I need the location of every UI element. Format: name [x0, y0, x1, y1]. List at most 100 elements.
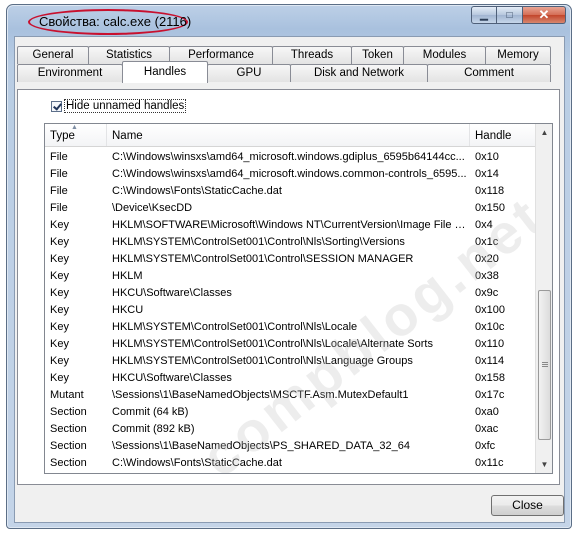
cell-handle: 0x4: [475, 219, 493, 231]
cell-type: Key: [50, 236, 69, 248]
tab-row-bottom: Environment Handles GPU Disk and Network Com…: [17, 61, 551, 83]
window-title: Свойства: calc.exe (2116): [39, 14, 192, 29]
cell-handle: 0x110: [475, 338, 505, 350]
cell-name: HKLM\SYSTEM\ControlSet001\Control\Nls\La…: [112, 355, 413, 367]
handles-rows: File C:\Windows\winsxs\amd64_microsoft.wi…: [45, 149, 536, 472]
cell-handle: 0x100: [475, 304, 505, 316]
cell-type: Section: [50, 440, 87, 452]
cell-handle: 0x158: [475, 372, 505, 384]
cell-handle: 0x1c: [475, 236, 499, 248]
cell-handle: 0x114: [475, 355, 505, 367]
cell-name: HKCU: [112, 304, 144, 316]
cell-type: Mutant: [50, 389, 84, 401]
cell-type: Section: [50, 406, 87, 418]
cell-type: File: [50, 151, 68, 163]
close-button[interactable]: Close: [491, 495, 564, 516]
table-row[interactable]: Key HKCU\Software\Classes 0x158: [45, 370, 536, 387]
cell-handle: 0x118: [475, 185, 505, 197]
close-window-button[interactable]: ✕: [523, 6, 566, 24]
cell-handle: 0x20: [475, 253, 499, 265]
scroll-up-icon[interactable]: ▲: [537, 124, 552, 141]
cell-name: HKLM\SYSTEM\ControlSet001\Control\Nls\Lo…: [112, 338, 433, 350]
table-row[interactable]: Key HKLM\SYSTEM\ControlSet001\Control\Nls…: [45, 353, 536, 370]
column-header-handle[interactable]: Handle: [470, 124, 536, 146]
tab-threads[interactable]: Threads: [272, 46, 352, 64]
table-row[interactable]: File C:\Windows\winsxs\amd64_microsoft.wi…: [45, 166, 536, 183]
table-row[interactable]: Key HKLM\SYSTEM\ControlSet001\Control\Nls…: [45, 319, 536, 336]
cell-name: C:\Windows\winsxs\amd64_microsoft.window…: [112, 168, 467, 180]
tab-handles[interactable]: Handles: [122, 61, 208, 83]
table-row[interactable]: Section Commit (892 kB) 0xac: [45, 421, 536, 438]
table-row[interactable]: File C:\Windows\winsxs\amd64_microsoft.wi…: [45, 149, 536, 166]
table-row[interactable]: Key HKLM\SYSTEM\ControlSet001\Control\Nls…: [45, 336, 536, 353]
cell-name: \Sessions\1\BaseNamedObjects\MSCTF.Asm.M…: [112, 389, 409, 401]
table-row[interactable]: Key HKLM\SYSTEM\ControlSet001\Control\Nls…: [45, 234, 536, 251]
cell-type: Key: [50, 270, 69, 282]
tab-modules[interactable]: Modules: [403, 46, 486, 64]
cell-type: Key: [50, 253, 69, 265]
table-row[interactable]: Section C:\Windows\Fonts\StaticCache.dat 0…: [45, 455, 536, 472]
handles-list[interactable]: ▲ Type Name Handle File C:\Windows\winsxs…: [44, 123, 553, 474]
cell-handle: 0x150: [475, 202, 505, 214]
tab-disk-and-network[interactable]: Disk and Network: [290, 64, 428, 82]
cell-type: Key: [50, 287, 69, 299]
table-row[interactable]: Mutant \Sessions\1\BaseNamedObjects\MSCTF…: [45, 387, 536, 404]
cell-type: Key: [50, 321, 69, 333]
cell-name: C:\Windows\Fonts\StaticCache.dat: [112, 185, 282, 197]
table-row[interactable]: Key HKCU 0x100: [45, 302, 536, 319]
hide-unnamed-label[interactable]: Hide unnamed handles: [64, 99, 187, 113]
thumb-grip: [542, 364, 548, 365]
vertical-scrollbar[interactable]: ▲ ▼: [535, 124, 552, 473]
tab-gpu[interactable]: GPU: [207, 64, 291, 82]
thumb-grip: [542, 366, 548, 367]
column-header-handle-label: Handle: [475, 130, 512, 142]
tab-environment[interactable]: Environment: [17, 64, 123, 82]
cell-handle: 0xfc: [475, 440, 496, 452]
table-row[interactable]: Key HKLM 0x38: [45, 268, 536, 285]
hide-unnamed-checkbox[interactable]: [51, 100, 62, 112]
cell-handle: 0x14: [475, 168, 499, 180]
cell-name: HKLM\SOFTWARE\Microsoft\Windows NT\Curre…: [112, 219, 470, 231]
table-row[interactable]: File \Device\KsecDD 0x150: [45, 200, 536, 217]
cell-handle: 0x9c: [475, 287, 499, 299]
cell-name: HKLM\SYSTEM\ControlSet001\Control\Nls\Lo…: [112, 321, 358, 333]
minimize-button[interactable]: ▁: [471, 6, 497, 24]
cell-name: HKCU\Software\Classes: [112, 287, 232, 299]
table-row[interactable]: Section Commit (64 kB) 0xa0: [45, 404, 536, 421]
tab-general[interactable]: General: [17, 46, 89, 64]
table-row[interactable]: Key HKLM\SOFTWARE\Microsoft\Windows NT\Cu…: [45, 217, 536, 234]
cell-name: C:\Windows\Fonts\StaticCache.dat: [112, 457, 282, 469]
cell-name: HKCU\Software\Classes: [112, 372, 232, 384]
cell-name: HKLM\SYSTEM\ControlSet001\Control\Nls\So…: [112, 236, 405, 248]
cell-handle: 0x10: [475, 151, 499, 163]
cell-handle: 0x17c: [475, 389, 505, 401]
title-bar[interactable]: Свойства: calc.exe (2116) ▁ □ ✕: [7, 5, 571, 35]
scroll-down-icon[interactable]: ▼: [537, 456, 552, 473]
scrollbar-thumb[interactable]: [538, 290, 551, 440]
cell-type: File: [50, 202, 68, 214]
cell-name: HKLM\SYSTEM\ControlSet001\Control\SESSIO…: [112, 253, 414, 265]
cell-type: Key: [50, 304, 69, 316]
thumb-grip: [542, 362, 548, 363]
cell-type: Key: [50, 355, 69, 367]
table-row[interactable]: Key HKCU\Software\Classes 0x9c: [45, 285, 536, 302]
tab-token[interactable]: Token: [351, 46, 404, 64]
column-header-name[interactable]: Name: [107, 124, 470, 146]
column-header-name-label: Name: [112, 130, 143, 142]
tab-memory[interactable]: Memory: [485, 46, 551, 64]
cell-type: File: [50, 185, 68, 197]
maximize-button[interactable]: □: [497, 6, 523, 24]
dialog-client-area: General Statistics Performance Threads Token…: [14, 36, 565, 523]
cell-type: Section: [50, 457, 87, 469]
column-header-type[interactable]: ▲ Type: [45, 124, 107, 146]
cell-handle: 0x11c: [475, 457, 504, 469]
cell-handle: 0xa0: [475, 406, 499, 418]
table-row[interactable]: File C:\Windows\Fonts\StaticCache.dat 0x11…: [45, 183, 536, 200]
table-row[interactable]: Section \Sessions\1\BaseNamedObjects\PS_S…: [45, 438, 536, 455]
cell-type: Key: [50, 372, 69, 384]
hide-unnamed-option[interactable]: Hide unnamed handles: [51, 99, 187, 113]
cell-name: HKLM: [112, 270, 143, 282]
tab-comment[interactable]: Comment: [427, 64, 551, 82]
table-row[interactable]: Key HKLM\SYSTEM\ControlSet001\Control\SES…: [45, 251, 536, 268]
handles-tab-panel: Hide unnamed handles ▲ Type Name Handle …: [17, 89, 560, 485]
